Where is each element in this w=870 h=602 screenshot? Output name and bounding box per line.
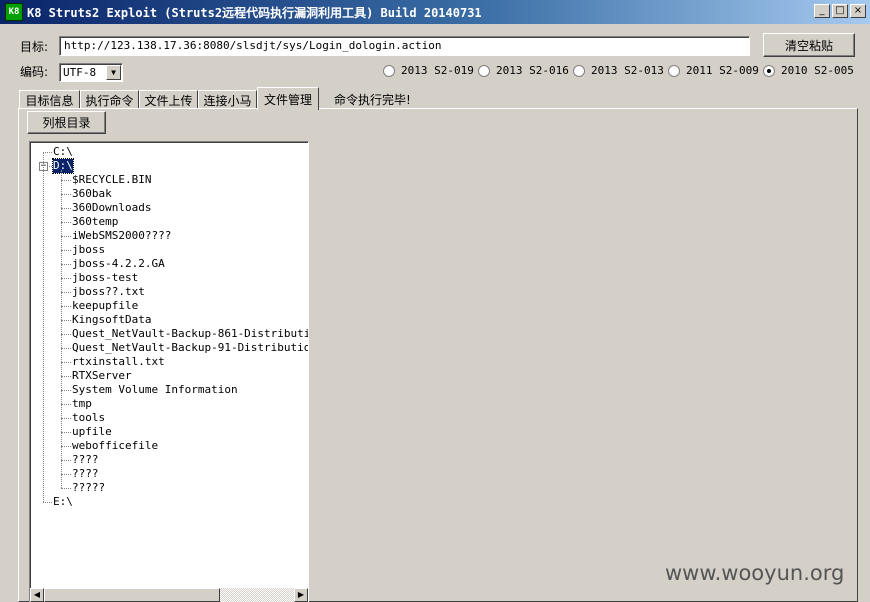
folder-node[interactable]: KingsoftData <box>72 313 151 327</box>
folder-node[interactable]: Quest_NetVault-Backup-861-Distribution- <box>72 327 308 341</box>
exploit-radio-label: 2013 S2-019 <box>401 64 474 77</box>
tree-connector <box>61 306 71 307</box>
tree-connector <box>61 292 71 293</box>
folder-node[interactable]: RTXServer <box>72 369 132 383</box>
tree-connector <box>43 152 44 502</box>
encoding-select[interactable]: UTF-8 ▼ <box>59 63 123 82</box>
drive-node[interactable]: C:\ <box>53 145 73 159</box>
tree-connector <box>61 334 71 335</box>
folder-node[interactable]: tmp <box>72 397 92 411</box>
tree-connector <box>61 390 71 391</box>
tree-connector <box>61 404 71 405</box>
tab-item[interactable]: 执行命令 <box>80 90 139 109</box>
radio-dot-icon[interactable] <box>478 64 490 77</box>
tab-item[interactable]: 目标信息 <box>19 90 80 109</box>
clear-paste-button[interactable]: 清空粘贴 <box>763 33 855 57</box>
folder-node[interactable]: Quest_NetVault-Backup-91-Distribution-f <box>72 341 308 355</box>
tab-item[interactable]: 文件管理 <box>257 87 319 110</box>
tree-connector <box>61 222 71 223</box>
tree-connector <box>61 180 71 181</box>
minimize-button[interactable]: _ <box>814 4 830 18</box>
tree-connector <box>61 320 71 321</box>
file-tree[interactable]: C:\ D:\ $RECYCLE.BIN 360bak 360Downloads 360t… <box>29 141 309 602</box>
folder-node[interactable]: keepupfile <box>72 299 138 313</box>
exploit-radio[interactable]: 2013 S2-016 <box>478 64 569 77</box>
folder-node[interactable]: upfile <box>72 425 112 439</box>
tab-item[interactable]: 文件上传 <box>139 90 198 109</box>
target-label: 目标: <box>20 40 49 54</box>
exploit-radio[interactable]: 2010 S2-005 <box>763 64 854 77</box>
tree-connector <box>61 348 71 349</box>
radio-dot-icon[interactable] <box>383 64 395 77</box>
close-button[interactable]: × <box>850 4 866 18</box>
exploit-radio[interactable]: 2013 S2-019 <box>383 64 474 77</box>
tree-connector <box>61 194 71 195</box>
drive-node[interactable]: E:\ <box>53 495 73 509</box>
tree-connector <box>43 502 52 503</box>
tree-connector <box>61 362 71 363</box>
folder-node[interactable]: rtxinstall.txt <box>72 355 165 369</box>
exploit-radio-label: 2010 S2-005 <box>781 64 854 77</box>
status-text: 命令执行完毕! <box>334 93 411 107</box>
target-url-input[interactable]: http://123.138.17.36:8080/slsdjt/sys/Log… <box>59 36 750 56</box>
title-bar: K8 K8 Struts2 Exploit (Struts2远程代码执行漏洞利用… <box>0 0 870 24</box>
scroll-left-icon[interactable]: ◀ <box>30 588 44 602</box>
exploit-radio-label: 2013 S2-016 <box>496 64 569 77</box>
folder-node[interactable]: 360bak <box>72 187 112 201</box>
tree-connector <box>61 170 62 488</box>
exploit-radio-label: 2011 S2-009 <box>686 64 759 77</box>
list-root-button[interactable]: 列根目录 <box>27 111 106 134</box>
horizontal-scrollbar[interactable]: ◀ ▶ <box>30 588 308 602</box>
folder-node[interactable]: ???? <box>72 467 99 481</box>
tree-connector <box>61 250 71 251</box>
maximize-button[interactable]: □ <box>832 4 848 18</box>
folder-node[interactable]: ????? <box>72 481 105 495</box>
folder-node[interactable]: 360temp <box>72 215 118 229</box>
encoding-label: 编码: <box>20 65 49 79</box>
scrollbar-thumb[interactable] <box>44 588 220 602</box>
folder-node[interactable]: jboss-4.2.2.GA <box>72 257 165 271</box>
tree-connector <box>61 460 71 461</box>
folder-node[interactable]: ???? <box>72 453 99 467</box>
app-icon: K8 <box>5 3 23 21</box>
radio-dot-icon[interactable] <box>668 64 680 77</box>
folder-node[interactable]: iWebSMS2000???? <box>72 229 171 243</box>
tree-connector <box>61 264 71 265</box>
folder-node[interactable]: $RECYCLE.BIN <box>72 173 151 187</box>
tree-connector <box>61 376 71 377</box>
chevron-down-icon[interactable]: ▼ <box>106 65 121 80</box>
drive-node[interactable]: D:\ <box>52 158 74 174</box>
folder-node[interactable]: jboss-test <box>72 271 138 285</box>
exploit-radio[interactable]: 2013 S2-013 <box>573 64 664 77</box>
tree-connector <box>61 236 71 237</box>
radio-dot-icon[interactable] <box>573 64 585 77</box>
folder-node[interactable]: jboss <box>72 243 105 257</box>
window-controls: _ □ × <box>814 4 866 18</box>
window-title: K8 Struts2 Exploit (Struts2远程代码执行漏洞利用工具)… <box>27 5 482 20</box>
exploit-radio[interactable]: 2011 S2-009 <box>668 64 759 77</box>
folder-node[interactable]: tools <box>72 411 105 425</box>
exploit-radio-label: 2013 S2-013 <box>591 64 664 77</box>
tab-item[interactable]: 连接小马 <box>198 90 257 109</box>
tree-connector <box>61 488 71 489</box>
scroll-right-icon[interactable]: ▶ <box>294 588 308 602</box>
tree-connector <box>61 474 71 475</box>
radio-dot-icon[interactable] <box>763 64 775 77</box>
encoding-value: UTF-8 <box>63 66 97 79</box>
folder-node[interactable]: jboss??.txt <box>72 285 145 299</box>
tree-connector <box>61 432 71 433</box>
folder-node[interactable]: webofficefile <box>72 439 158 453</box>
tree-connector <box>61 278 71 279</box>
watermark: www.wooyun.org <box>665 561 845 585</box>
tree-connector <box>61 418 71 419</box>
folder-node[interactable]: 360Downloads <box>72 201 151 215</box>
tree-connector <box>61 208 71 209</box>
tree-connector <box>61 446 71 447</box>
folder-node[interactable]: System Volume Information <box>72 383 238 397</box>
tree-connector <box>43 152 52 153</box>
